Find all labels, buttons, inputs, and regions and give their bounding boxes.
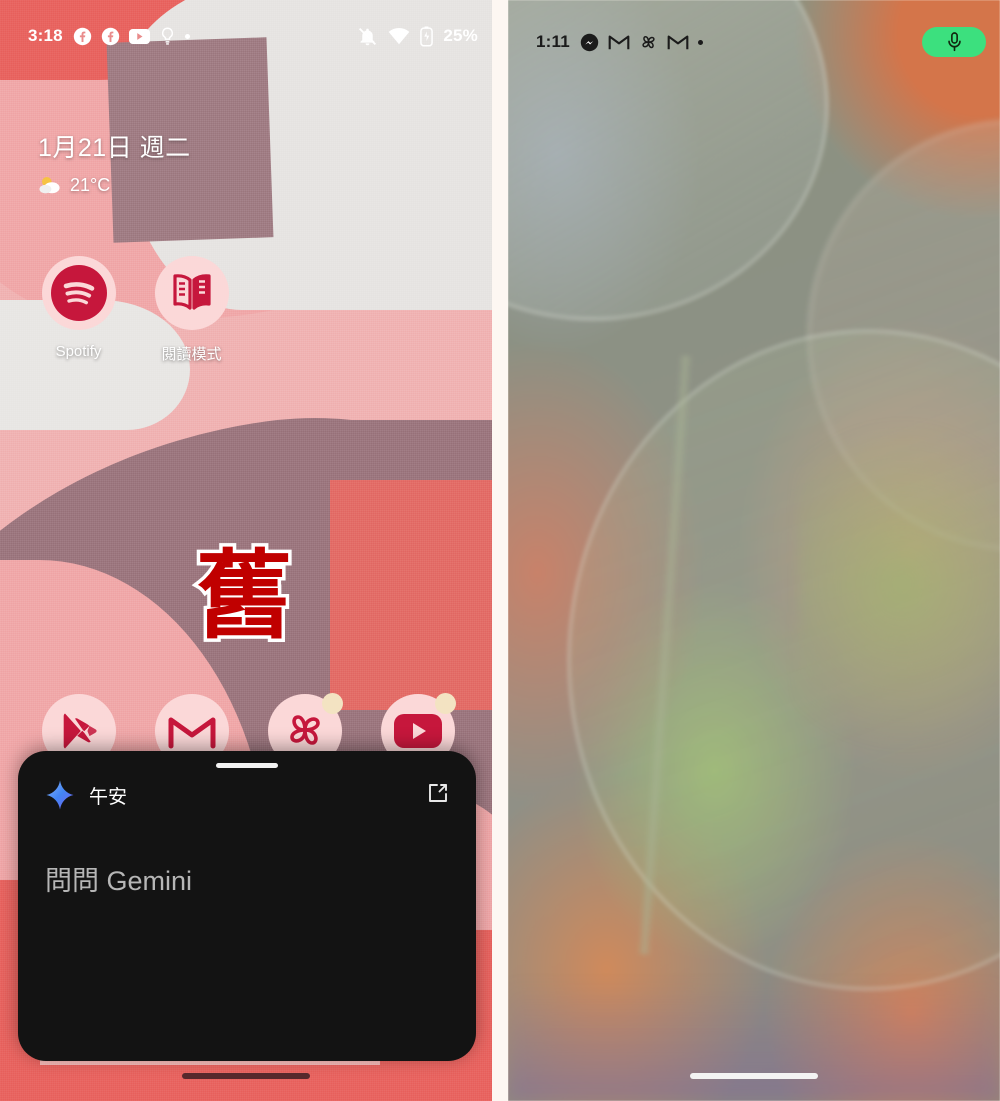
facebook-icon — [101, 27, 120, 46]
gmail-icon — [608, 34, 630, 51]
photos-icon — [639, 33, 658, 52]
right-status-bar: 1:11 — [508, 22, 1000, 62]
sheet-grab-handle[interactable] — [216, 763, 278, 768]
gmail-icon — [667, 34, 689, 51]
status-time: 1:11 — [536, 32, 570, 51]
microphone-icon[interactable] — [922, 27, 986, 57]
right-phone-screen: 1:11 — [508, 0, 1000, 1101]
battery-percent: 25% — [443, 26, 478, 45]
notification-badge — [434, 693, 456, 714]
status-notification-icons — [73, 26, 190, 46]
left-date-weather-widget[interactable]: 1月21日 週二 21°C — [38, 128, 191, 196]
app-label: 閱讀模式 — [161, 346, 222, 363]
right-wallpaper — [508, 0, 1000, 1101]
date-text: 1月21日 週二 — [38, 134, 191, 162]
wifi-icon — [388, 27, 410, 45]
dot-icon — [697, 39, 703, 45]
sheet-header: 午安 — [44, 779, 127, 811]
right-home-indicator[interactable] — [690, 1073, 818, 1079]
temperature-text: 21°C — [70, 174, 111, 195]
old-version-label: 舊 — [193, 540, 296, 652]
facebook-icon — [73, 27, 92, 46]
gemini-prompt-placeholder[interactable]: 問問 Gemini — [45, 859, 192, 898]
comparison-screenshot: 3:18 25% 1月21日 週二 21°C Spotify 閱讀模式 舊 午安… — [0, 0, 1000, 1101]
status-notification-icons — [580, 33, 703, 52]
left-home-app-row: Spotify 閱讀模式 — [22, 256, 248, 364]
app-reading-mode[interactable]: 閱讀模式 — [135, 256, 248, 364]
reading-mode-icon — [154, 256, 229, 330]
greeting-text: 午安 — [89, 786, 128, 808]
battery-icon — [420, 25, 434, 47]
status-system-icons: 25% — [357, 25, 478, 47]
notification-badge — [321, 693, 343, 714]
left-home-indicator[interactable] — [182, 1073, 310, 1079]
status-time: 3:18 — [28, 26, 63, 45]
partly-cloudy-icon — [38, 174, 62, 196]
open-in-new-icon[interactable] — [426, 781, 450, 805]
app-label: Spotify — [55, 343, 102, 360]
lightbulb-icon — [159, 26, 176, 46]
gemini-sparkle-icon — [44, 779, 76, 811]
spotify-icon — [41, 256, 116, 330]
ringer-off-icon — [357, 26, 378, 47]
left-phone-screen: 3:18 25% 1月21日 週二 21°C Spotify 閱讀模式 舊 午安… — [0, 0, 492, 1101]
phone-divider — [492, 0, 508, 1101]
gemini-bottom-sheet[interactable]: 午安 問問 Gemini — [18, 751, 476, 1061]
youtube-icon — [128, 28, 150, 45]
messenger-icon — [580, 33, 599, 52]
left-status-bar: 3:18 25% — [0, 16, 492, 56]
dot-icon — [184, 33, 190, 39]
app-spotify[interactable]: Spotify — [22, 256, 135, 364]
